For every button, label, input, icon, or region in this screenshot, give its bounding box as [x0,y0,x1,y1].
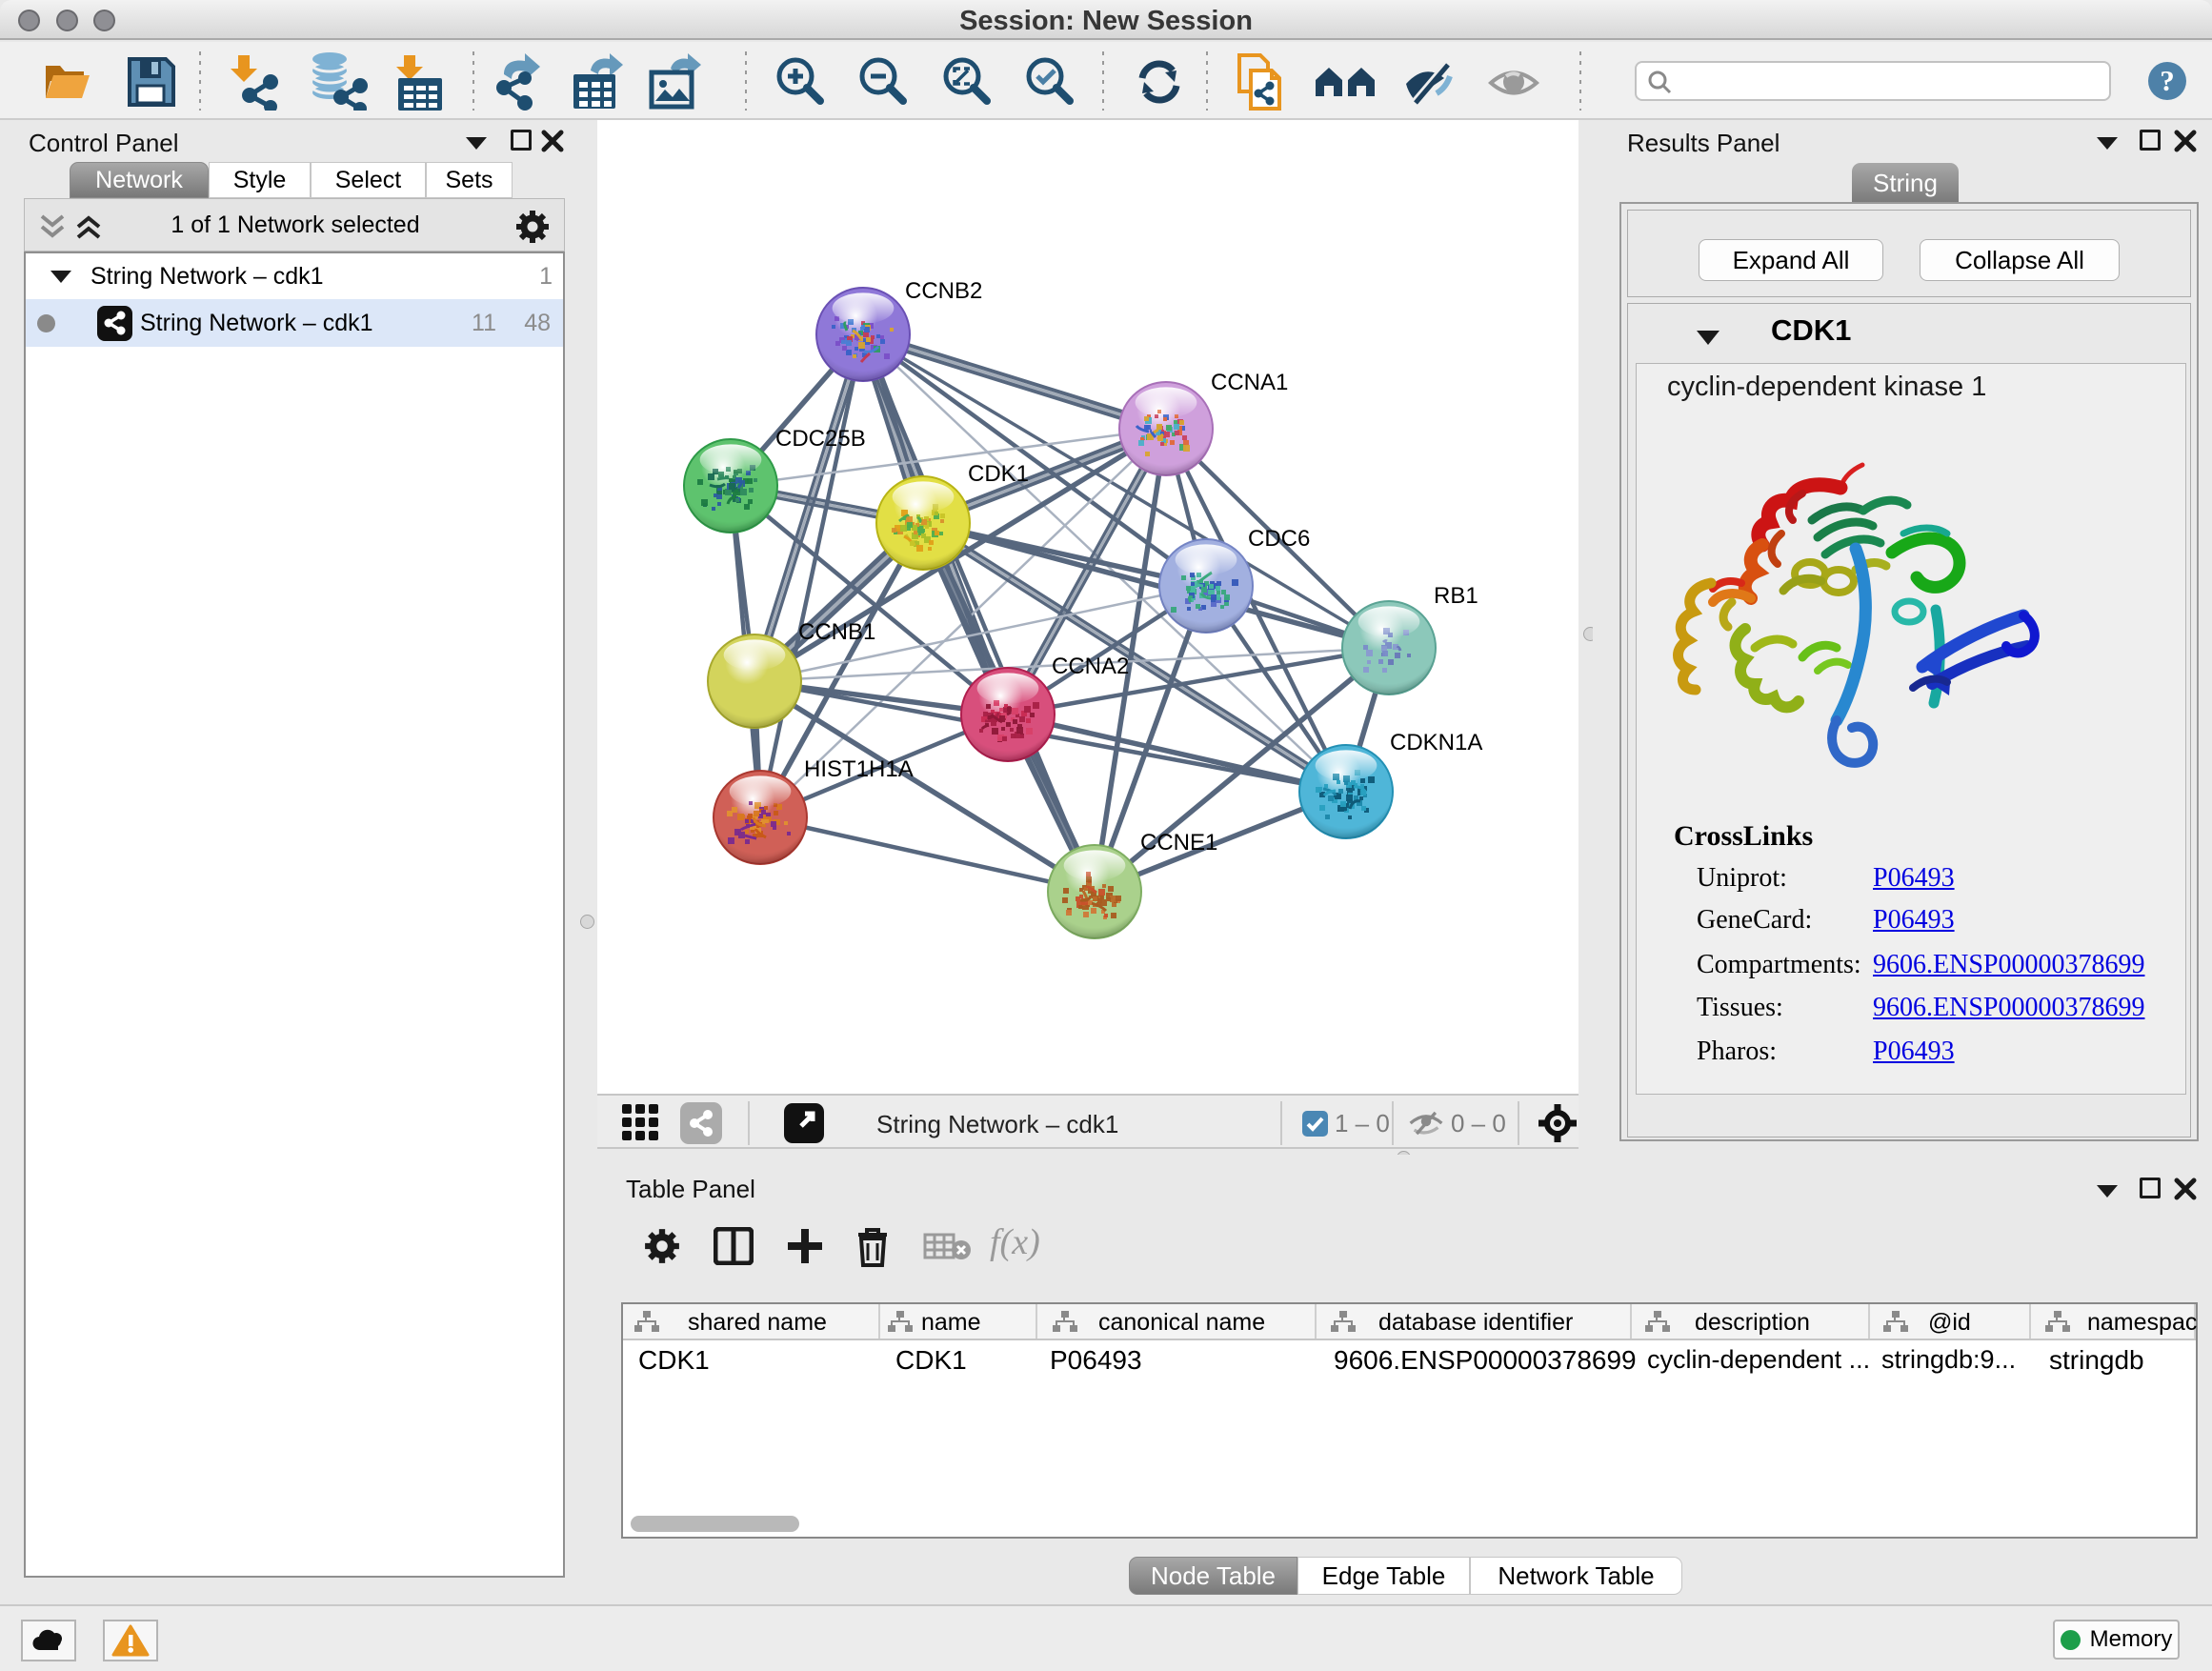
svg-text:CDKN1A: CDKN1A [1390,730,1482,755]
svg-text:CCNE1: CCNE1 [1140,830,1217,856]
svg-text:CDC25B: CDC25B [775,426,866,452]
svg-text:HIST1H1A: HIST1H1A [804,756,914,782]
svg-text:CDC6: CDC6 [1248,526,1310,552]
svg-text:CCNA1: CCNA1 [1211,370,1288,395]
svg-text:RB1: RB1 [1434,583,1478,609]
svg-text:CCNA2: CCNA2 [1052,654,1129,679]
svg-text:CCNB2: CCNB2 [905,278,982,304]
svg-text:CCNB1: CCNB1 [798,619,875,645]
svg-text:CDK1: CDK1 [968,461,1029,487]
